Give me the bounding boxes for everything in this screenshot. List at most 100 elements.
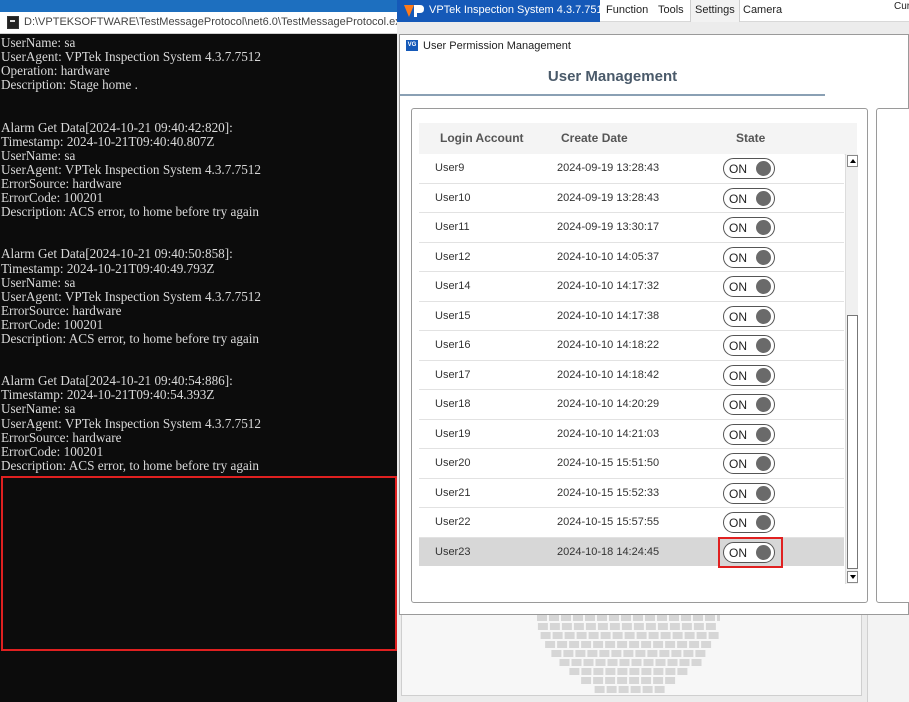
toggle-knob bbox=[756, 397, 771, 412]
cell-login-account: User18 bbox=[435, 398, 471, 410]
cell-create-date: 2024-10-10 14:21:03 bbox=[557, 427, 660, 440]
menu-overflow[interactable]: Cur bbox=[894, 1, 909, 12]
table-row[interactable]: User23 2024-10-18 14:24:45 ON bbox=[419, 537, 844, 566]
console-line: Description: ACS error, to home before t… bbox=[1, 330, 260, 346]
console-line: Alarm Get Data[2024-10-21 09:40:42:820]: bbox=[1, 119, 233, 135]
col-login-account[interactable]: Login Account bbox=[440, 131, 524, 145]
page-heading: User Management bbox=[547, 68, 678, 85]
cell-create-date: 2024-10-15 15:57:55 bbox=[557, 516, 660, 528]
table-row[interactable]: User10 2024-09-19 13:28:43 ON bbox=[419, 183, 844, 213]
toggle-knob bbox=[756, 161, 771, 176]
cell-create-date: 2024-10-18 14:24:45 bbox=[557, 545, 660, 558]
state-toggle[interactable]: ON bbox=[723, 187, 775, 209]
user-table-body: User9 2024-09-19 13:28:43 ON User10 2024-09-… bbox=[419, 154, 844, 566]
table-row[interactable]: User15 2024-10-10 14:17:38 ON bbox=[419, 301, 844, 331]
col-create-date[interactable]: Create Date bbox=[561, 131, 628, 145]
toggle-knob bbox=[756, 249, 771, 265]
state-toggle[interactable]: ON bbox=[723, 217, 775, 238]
state-toggle[interactable]: ON bbox=[723, 305, 775, 327]
console-line: ErrorSource: hardware bbox=[1, 175, 122, 191]
toggle-knob bbox=[756, 456, 771, 471]
console-output[interactable]: UserName: sa UserAgent: VPTek Inspection … bbox=[1, 35, 397, 473]
cell-create-date: 2024-10-15 15:51:50 bbox=[557, 457, 660, 469]
app-title-tab[interactable]: VPTek Inspection System 4.3.7.7512 bbox=[397, 0, 609, 22]
toggle-knob bbox=[756, 308, 771, 324]
scrollbar-thumb[interactable] bbox=[847, 315, 858, 569]
scroll-down-arrow-icon[interactable] bbox=[847, 571, 858, 583]
console-line: UserAgent: VPTek Inspection System 4.3.7… bbox=[1, 161, 261, 177]
state-toggle[interactable]: ON bbox=[723, 158, 775, 179]
table-row[interactable]: User18 2024-10-10 14:20:29 ON bbox=[419, 390, 844, 420]
state-toggle[interactable]: ON bbox=[723, 394, 775, 415]
state-toggle[interactable]: ON bbox=[723, 335, 775, 356]
console-line: UserAgent: VPTek Inspection System 4.3.7… bbox=[1, 49, 261, 65]
cell-create-date: 2024-09-19 13:28:43 bbox=[557, 162, 660, 174]
table-row[interactable]: User14 2024-10-10 14:17:32 ON bbox=[419, 272, 844, 302]
toggle-knob bbox=[756, 544, 771, 560]
state-toggle-label: ON bbox=[729, 221, 747, 235]
state-toggle-label: ON bbox=[729, 250, 747, 265]
state-toggle-label: ON bbox=[729, 280, 747, 294]
dialog-app-icon: VG bbox=[406, 40, 418, 51]
state-toggle[interactable]: ON bbox=[723, 512, 775, 533]
state-toggle-label: ON bbox=[729, 427, 747, 442]
state-toggle[interactable]: ON bbox=[723, 276, 775, 297]
table-row[interactable]: User21 2024-10-15 15:52:33 ON bbox=[419, 478, 844, 508]
table-row[interactable]: User17 2024-10-10 14:18:42 ON bbox=[419, 360, 844, 390]
cell-create-date: 2024-10-10 14:17:32 bbox=[557, 280, 660, 292]
cell-login-account: User19 bbox=[435, 427, 471, 440]
background-side-panel bbox=[867, 612, 909, 702]
console-line: Description: ACS error, to home before t… bbox=[1, 457, 260, 473]
table-row[interactable]: User20 2024-10-15 15:51:50 ON bbox=[419, 449, 844, 479]
cell-login-account: User20 bbox=[435, 457, 471, 469]
table-row[interactable]: User16 2024-10-10 14:18:22 ON bbox=[419, 331, 844, 361]
cell-login-account: User10 bbox=[435, 191, 471, 204]
menu-camera[interactable]: Camera bbox=[743, 4, 782, 16]
console-line: Operation: hardware bbox=[1, 63, 110, 79]
state-toggle[interactable]: ON bbox=[723, 541, 775, 563]
console-line: ErrorSource: hardware bbox=[1, 429, 122, 445]
console-line: Description: Stage home . bbox=[1, 77, 138, 93]
state-toggle[interactable]: ON bbox=[723, 482, 775, 504]
console-line: ErrorCode: 100201 bbox=[1, 190, 104, 206]
state-toggle-label: ON bbox=[729, 309, 747, 324]
menu-tools[interactable]: Tools bbox=[658, 4, 684, 16]
scroll-up-arrow-icon[interactable] bbox=[847, 155, 858, 167]
dialog-titlebar: VG User Permission Management bbox=[400, 35, 908, 55]
table-row[interactable]: User19 2024-10-10 14:21:03 ON bbox=[419, 419, 844, 449]
toggle-knob bbox=[756, 515, 771, 530]
app-menubar: VPTek Inspection System 4.3.7.7512 Funct… bbox=[397, 0, 909, 22]
toggle-knob bbox=[756, 367, 771, 383]
console-line: Timestamp: 2024-10-21T09:40:49.793Z bbox=[1, 260, 215, 276]
col-state[interactable]: State bbox=[736, 131, 765, 145]
cell-login-account: User14 bbox=[435, 280, 471, 292]
heading-underline bbox=[400, 94, 825, 96]
state-toggle[interactable]: ON bbox=[723, 246, 775, 268]
console-title: D:\VPTEKSOFTWARE\TestMessageProtocol\net… bbox=[24, 16, 407, 28]
console-line: UserName: sa bbox=[1, 274, 76, 290]
table-row[interactable]: User12 2024-10-10 14:05:37 ON bbox=[419, 242, 844, 272]
state-toggle[interactable]: ON bbox=[723, 364, 775, 386]
console-app-icon bbox=[7, 16, 19, 29]
state-toggle-label: ON bbox=[729, 339, 747, 353]
wafer-map-fragment bbox=[537, 614, 720, 693]
table-row[interactable]: User9 2024-09-19 13:28:43 ON bbox=[419, 154, 844, 184]
cell-create-date: 2024-09-19 13:28:43 bbox=[557, 191, 660, 204]
cell-login-account: User23 bbox=[435, 545, 471, 558]
menu-settings[interactable]: Settings bbox=[690, 0, 740, 22]
state-toggle-label: ON bbox=[729, 516, 747, 530]
cell-create-date: 2024-10-10 14:20:29 bbox=[557, 398, 660, 410]
state-toggle[interactable]: ON bbox=[723, 423, 775, 445]
table-row[interactable]: User11 2024-09-19 13:30:17 ON bbox=[419, 213, 844, 243]
taskbar-strip bbox=[0, 0, 397, 12]
cell-login-account: User9 bbox=[435, 162, 465, 174]
vertical-scrollbar[interactable] bbox=[845, 154, 858, 584]
menu-function[interactable]: Function bbox=[606, 4, 648, 16]
state-toggle-label: ON bbox=[729, 368, 747, 383]
state-toggle[interactable]: ON bbox=[723, 453, 775, 474]
table-row[interactable]: User22 2024-10-15 15:57:55 ON bbox=[419, 508, 844, 538]
